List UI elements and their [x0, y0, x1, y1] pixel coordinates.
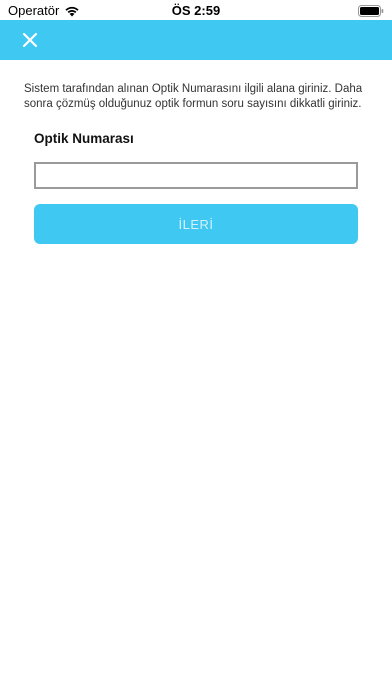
- status-time: ÖS 2:59: [171, 3, 221, 18]
- instructions-text: Sistem tarafından alınan Optik Numarasın…: [24, 83, 363, 110]
- optik-number-label: Optik Numarası: [34, 131, 134, 146]
- next-button[interactable]: İLERİ: [34, 204, 358, 244]
- nav-header: [0, 20, 392, 60]
- close-button[interactable]: [20, 30, 40, 50]
- screen: Operatör ÖS 2:59 Sistem tarafından alına…: [0, 0, 392, 696]
- battery-icon: [358, 5, 384, 17]
- optik-number-input[interactable]: [34, 162, 358, 189]
- close-icon: [22, 32, 38, 48]
- status-bar: Operatör ÖS 2:59: [0, 0, 392, 20]
